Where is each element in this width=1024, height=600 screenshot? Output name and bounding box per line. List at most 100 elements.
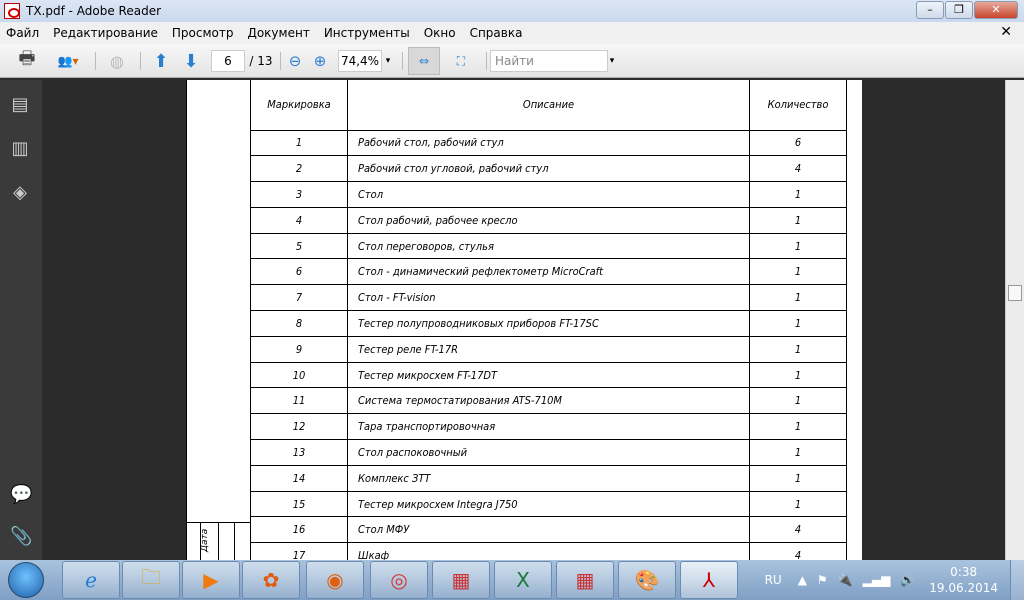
taskbar-explorer[interactable]: 🗀	[122, 561, 180, 599]
time: 0:38	[950, 565, 978, 579]
taskbar-photo-gallery[interactable]: ✿	[242, 561, 300, 599]
table-row: 2 Рабочий стол угловой, рабочий стул 4	[250, 155, 847, 183]
show-hidden-icons[interactable]: ▲	[798, 573, 807, 587]
row-quantity: 1	[749, 361, 847, 389]
zoom-input[interactable]: 74,4%	[338, 50, 382, 72]
menu-tools[interactable]: Инструменты	[324, 26, 410, 40]
page-number-input[interactable]: 6	[211, 50, 245, 72]
header-marking: Маркировка	[250, 80, 348, 131]
volume-icon[interactable]: 🔊	[900, 573, 915, 587]
taskbar-adobe-reader[interactable]: ⅄	[680, 561, 738, 599]
menu-edit[interactable]: Редактирование	[53, 26, 158, 40]
row-description: Стол распоковочный	[347, 439, 750, 466]
row-description: Рабочий стол угловой, рабочий стул	[347, 155, 750, 183]
zoom-out-icon[interactable]: ⊖	[287, 50, 303, 72]
menu-file[interactable]: Файл	[6, 26, 39, 40]
row-quantity: 4	[749, 542, 847, 560]
navigation-pane: ▤ ▥ ◈ 💬 📎	[0, 80, 42, 560]
taskbar-app-cubes[interactable]: ▦	[432, 561, 490, 599]
date-label: Дата	[200, 528, 210, 552]
table-row: 8 Тестер полупроводниковых приборов FT-17…	[250, 310, 847, 337]
fit-width-icon[interactable]: ⇔	[408, 47, 440, 75]
row-marking: 1	[250, 129, 348, 157]
row-marking: 8	[250, 310, 348, 337]
row-marking: 2	[250, 155, 348, 183]
zoom-in-icon[interactable]: ⊕	[312, 50, 328, 72]
close-button[interactable]: ✕	[974, 1, 1018, 19]
fit-page-icon[interactable]: ⛶	[450, 50, 472, 72]
paperclip-icon[interactable]: 📎	[10, 526, 32, 547]
taskbar-internet-explorer[interactable]: ℯ	[62, 561, 120, 599]
clock[interactable]: 0:38 19.06.2014	[929, 564, 998, 596]
collaborate-icon[interactable]: ◍	[104, 50, 130, 72]
table-row: 17 Шкаф 4	[250, 542, 847, 560]
table-row: 13 Стол распоковочный 1	[250, 439, 847, 466]
close-document-icon[interactable]: ✕	[1000, 24, 1012, 40]
table-row: 5 Стол переговоров, стулья 1	[250, 232, 847, 260]
maximize-button[interactable]: ❐	[945, 1, 973, 19]
pdf-app-icon	[4, 3, 20, 19]
table-header-row: Маркировка Описание Количество	[250, 80, 847, 131]
row-marking: 3	[250, 181, 348, 208]
row-description: Рабочий стол, рабочий стул	[347, 129, 750, 157]
table-row: 1 Рабочий стол, рабочий стул 6	[250, 129, 847, 157]
share-icon[interactable]: 👥▾	[50, 50, 86, 72]
comments-icon[interactable]: 💬	[10, 484, 32, 505]
row-marking: 16	[250, 516, 348, 544]
attachments-pages-icon[interactable]: ▥	[10, 138, 30, 159]
vertical-scrollbar[interactable]	[1005, 80, 1024, 560]
menu-window[interactable]: Окно	[424, 26, 456, 40]
pages-icon[interactable]: ▤	[10, 94, 30, 115]
table-row: 10 Тестер микросхем FT-17DT 1	[250, 361, 847, 389]
taskbar-media-player[interactable]: ▶	[182, 561, 240, 599]
table-row: 6 Стол - динамический рефлектометр MicroC…	[250, 258, 847, 286]
row-description: Стол рабочий, рабочее кресло	[347, 206, 750, 234]
table-row: 14 Комплекс ЗТТ 1	[250, 464, 847, 492]
title-block-stamp: Дата	[186, 522, 250, 560]
row-description: Стол - динамический рефлектометр MicroCr…	[347, 258, 750, 286]
table-row: 3 Стол 1	[250, 181, 847, 208]
print-icon[interactable]: 🖶	[14, 48, 40, 72]
minimize-button[interactable]: –	[916, 1, 944, 19]
taskbar-firefox[interactable]: ◉	[306, 561, 364, 599]
table-row: 7 Стол - FT-vision 1	[250, 284, 847, 312]
previous-page-icon[interactable]: ⬆	[150, 50, 172, 72]
language-indicator[interactable]: RU	[765, 573, 782, 587]
row-marking: 12	[250, 413, 348, 441]
table-row: 11 Система термостатирования ATS-710M 1	[250, 387, 847, 415]
taskbar-app-cubes-2[interactable]: ▦	[556, 561, 614, 599]
row-quantity: 1	[749, 464, 847, 492]
header-quantity: Количество	[749, 80, 847, 131]
row-quantity: 6	[749, 129, 847, 157]
toolbar: 🖶 👥▾ ◍ ⬆ ⬇ 6 / 13 ⊖ ⊕ 74,4% ▾ ⇔ ⛶ Найти …	[0, 44, 1024, 78]
row-marking: 9	[250, 335, 348, 363]
power-icon[interactable]: 🔌	[838, 573, 853, 587]
network-icon[interactable]: ▂▄▆	[863, 573, 891, 587]
row-quantity: 1	[749, 490, 847, 518]
menu-help[interactable]: Справка	[470, 26, 523, 40]
row-quantity: 1	[749, 413, 847, 441]
taskbar-excel[interactable]: X	[494, 561, 552, 599]
row-quantity: 1	[749, 387, 847, 415]
next-page-icon[interactable]: ⬇	[180, 50, 202, 72]
start-button[interactable]	[8, 562, 44, 598]
search-input[interactable]: Найти	[490, 50, 608, 72]
search-dropdown-icon[interactable]: ▾	[606, 50, 618, 72]
menu-view[interactable]: Просмотр	[172, 26, 234, 40]
taskbar-paint[interactable]: 🎨	[618, 561, 676, 599]
show-desktop-button[interactable]	[1010, 560, 1024, 600]
menu-document[interactable]: Документ	[247, 26, 309, 40]
row-description: Тестер реле FT-17R	[347, 335, 750, 363]
layers-icon[interactable]: ◈	[10, 182, 30, 203]
row-quantity: 1	[749, 181, 847, 208]
equipment-table: Маркировка Описание Количество 1 Рабочий …	[250, 80, 847, 560]
row-quantity: 1	[749, 206, 847, 234]
zoom-dropdown-icon[interactable]: ▾	[382, 50, 394, 72]
row-quantity: 1	[749, 310, 847, 337]
taskbar-chrome[interactable]: ◎	[370, 561, 428, 599]
row-description: Стол	[347, 181, 750, 208]
scrollbar-thumb[interactable]	[1008, 285, 1022, 301]
row-marking: 14	[250, 464, 348, 492]
flag-icon[interactable]: ⚑	[817, 573, 828, 587]
system-tray: RU ▲ ⚑ 🔌 ▂▄▆ 🔊 0:38 19.06.2014	[755, 560, 998, 600]
